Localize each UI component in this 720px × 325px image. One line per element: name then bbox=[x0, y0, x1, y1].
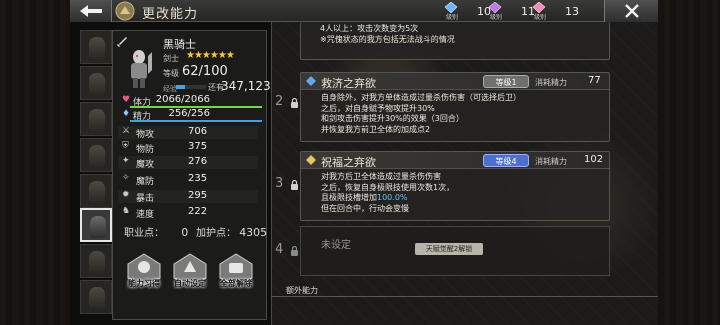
mp-row: ♦ 精力 256/256 bbox=[118, 108, 264, 122]
mp-cost-value: 77 bbox=[588, 75, 601, 86]
mp-cost-value: 102 bbox=[584, 154, 604, 165]
party-portrait-selected[interactable] bbox=[80, 208, 112, 242]
ability-description: 自身除外，对我方单体造成过量杀伤伤害（可选择后卫） 之后，对自身赋予物攻提升30… bbox=[321, 93, 521, 134]
lock-icon[interactable] bbox=[290, 180, 299, 190]
right-frame bbox=[658, 0, 720, 325]
hp-row: ♥ 体力 2066/2066 bbox=[118, 94, 264, 108]
party-portrait[interactable] bbox=[80, 280, 112, 314]
divider bbox=[271, 296, 658, 297]
exp-label: 经验 bbox=[163, 85, 177, 93]
party-portrait-list bbox=[80, 30, 112, 325]
party-portrait[interactable] bbox=[80, 174, 112, 208]
party-portrait[interactable] bbox=[80, 30, 112, 64]
job-points: 职业点： 0 bbox=[124, 226, 189, 239]
learn-ability-button[interactable]: 能力习得 bbox=[124, 252, 164, 290]
magic-defense-icon: ✧ bbox=[122, 173, 130, 183]
ability-slot-locked[interactable]: 未设定 天赋觉醒2解锁 bbox=[300, 226, 610, 276]
back-button[interactable] bbox=[70, 0, 112, 22]
level-value: 62/100 bbox=[182, 64, 228, 79]
bonus-points: 加护点： 4305 bbox=[196, 226, 268, 239]
close-button[interactable] bbox=[604, 0, 658, 22]
unlock-requirement-badge: 天赋觉醒2解锁 bbox=[415, 243, 483, 255]
back-arrow-icon bbox=[80, 5, 102, 17]
boot-icon: ♞ bbox=[122, 206, 131, 216]
left-frame bbox=[0, 0, 70, 325]
ability-card[interactable]: 救济之弃欲 等级1 消耗精力 77 自身除外，对我方单体造成过量杀伤伤害（可选择… bbox=[300, 72, 610, 142]
party-portrait[interactable] bbox=[80, 66, 112, 100]
sword-class-icon bbox=[117, 37, 127, 47]
auto-set-button[interactable]: 自动设定 bbox=[170, 252, 210, 290]
ability-name: 祝福之弃欲 bbox=[321, 156, 376, 169]
character-job: 剑士 bbox=[163, 54, 179, 63]
lock-icon bbox=[291, 246, 298, 256]
shield-icon: ⛨ bbox=[122, 141, 129, 151]
exp-bar bbox=[176, 85, 206, 89]
ability-icon bbox=[306, 155, 316, 165]
stat-row: ✹ 暴击 295 bbox=[118, 190, 258, 204]
ability-description: 对我方后卫全体造成过量杀伤伤害 之后，恢复自身极限技使用次数1次， 且极限技槽增… bbox=[321, 172, 455, 213]
slot-number: 2 bbox=[275, 94, 284, 109]
close-icon bbox=[625, 4, 639, 18]
mp-cost-label: 消耗精力 bbox=[535, 78, 567, 87]
ability-icon bbox=[306, 76, 316, 86]
previous-ability-description: 4人以上：攻击次数变为5次 ※咒傀状态的我方包括无法战斗的情况 bbox=[320, 24, 455, 44]
stat-row: ⛨ 物防 375 bbox=[122, 141, 208, 155]
character-sprite bbox=[131, 50, 152, 88]
resource-pink: 级别 13 bbox=[526, 1, 579, 21]
party-portrait[interactable] bbox=[80, 138, 112, 172]
ability-emblem-icon bbox=[115, 1, 135, 21]
extra-abilities-label: 额外能力 bbox=[286, 286, 318, 295]
stat-row: ♞ 速度 222 bbox=[122, 206, 208, 220]
exp-remaining: 347,123 bbox=[221, 79, 271, 93]
screen: 更改能力 级别 10 级别 11 级别 13 黑骑士 剑士 ★★★★★★ 等级 … bbox=[0, 0, 720, 325]
slot-number: 3 bbox=[275, 176, 284, 191]
unequip-all-button[interactable]: 全部解除 bbox=[216, 252, 256, 290]
resource-count: 13 bbox=[565, 4, 579, 18]
mp-bar bbox=[130, 120, 262, 122]
crit-icon: ✹ bbox=[122, 190, 130, 200]
mp-cost-label: 消耗精力 bbox=[535, 157, 567, 166]
slot-number: 4 bbox=[275, 242, 284, 257]
lock-icon[interactable] bbox=[290, 98, 299, 108]
ability-card[interactable]: 祝福之弃欲 等级4 消耗精力 102 对我方后卫全体造成过量杀伤伤害 之后，恢复… bbox=[300, 151, 610, 221]
party-portrait[interactable] bbox=[80, 244, 112, 278]
ability-level-badge: 等级4 bbox=[483, 154, 529, 167]
ability-name: 救济之弃欲 bbox=[321, 77, 376, 90]
droplet-icon: ♦ bbox=[122, 109, 131, 119]
stat-row: ✧ 魔防 235 bbox=[122, 173, 208, 187]
level-label: 等级 bbox=[163, 69, 179, 78]
unset-label: 未设定 bbox=[321, 240, 351, 251]
page-title: 更改能力 bbox=[142, 7, 199, 22]
stat-row: ⚔ 物攻 706 bbox=[118, 126, 258, 140]
mp-value: 256/256 bbox=[168, 108, 210, 119]
party-portrait[interactable] bbox=[80, 102, 112, 136]
sword-icon: ⚔ bbox=[122, 126, 131, 136]
rarity-stars: ★★★★★★ bbox=[186, 50, 235, 61]
hp-value: 2066/2066 bbox=[155, 94, 210, 105]
magic-attack-icon: ✦ bbox=[122, 156, 130, 166]
stat-row: ✦ 魔攻 276 bbox=[118, 156, 258, 170]
heart-icon: ♥ bbox=[122, 95, 131, 105]
ability-level-badge: 等级1 bbox=[483, 75, 529, 88]
